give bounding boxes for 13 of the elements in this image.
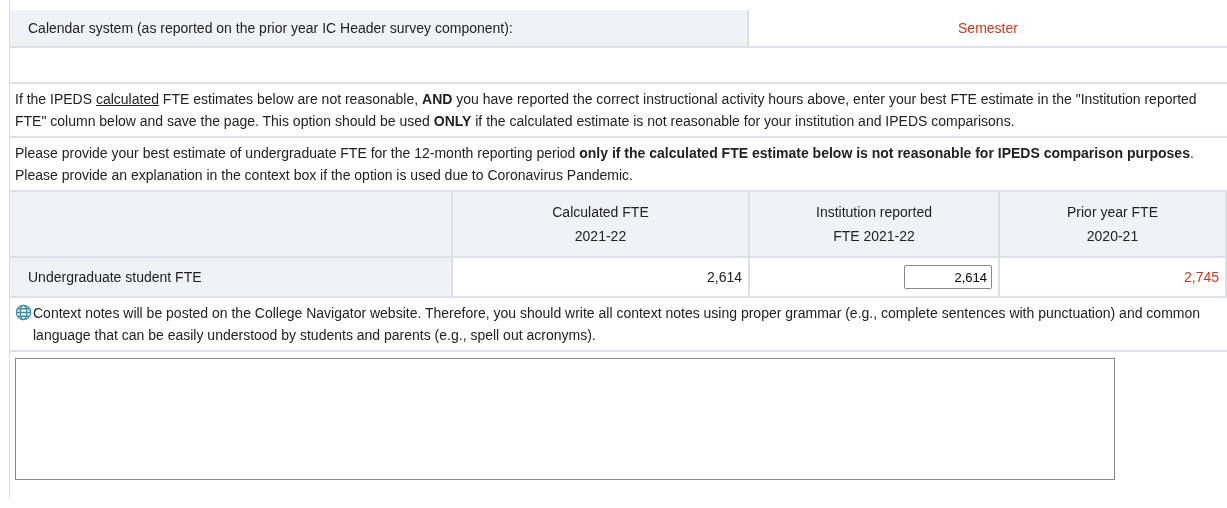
table-cell: 2,614 (453, 258, 750, 296)
calendar-value: Semester (957, 19, 1019, 38)
table-cell: 2,745 (1000, 258, 1227, 296)
context-note-text: Context notes will be posted on the College Navigator website. Therefore, you should write all context notes using proper grammar (e.g., complete sentences with punctuation) and common language that can be easily understood by students and parents (e.g., spell out acronyms). (33, 304, 1202, 345)
instruction-text: If the IPEDS calculated FTE estimates below are not reasonable, AND you have reported the correct instructional activity hours above, enter your best FTE estimate in the "Institution reported FTE" column below and save the page. This option should be used ONLY if the calculated estimate is not reasonable for your institution and IPEDS comparisons. (10, 84, 1227, 138)
globe-icon (15, 304, 32, 321)
calendar-label: Calendar system (as reported on the prior year IC Header survey component): (10, 10, 749, 46)
fte-input[interactable]: 2,614 (904, 265, 992, 289)
column-header: Institution reported FTE 2021-22 (750, 192, 1000, 256)
row-label: Undergraduate student FTE (10, 258, 453, 296)
column-header: Prior year FTE 2020-21 (1000, 192, 1227, 256)
context-notes-field[interactable] (15, 358, 1115, 480)
column-header: Calculated FTE 2021-22 (453, 192, 750, 256)
